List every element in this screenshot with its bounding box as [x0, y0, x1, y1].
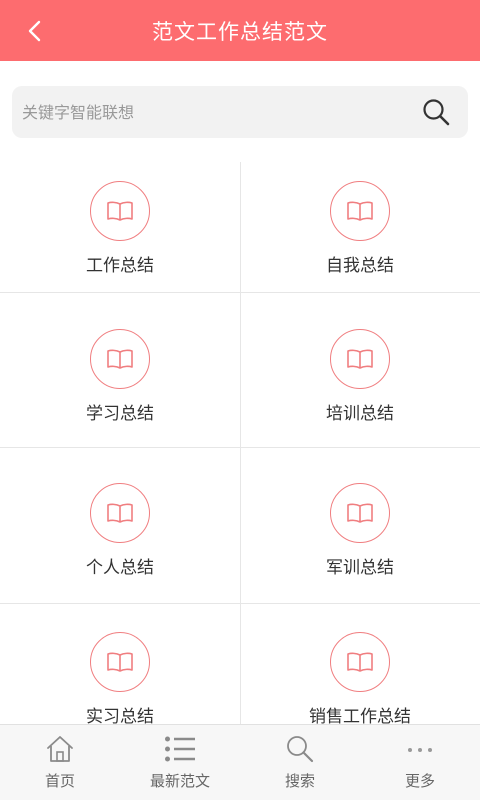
search-bar — [12, 86, 468, 138]
icon-ring — [90, 483, 150, 543]
category-item-military-training-summary[interactable]: 军训总结 — [240, 483, 480, 578]
icon-ring — [330, 181, 390, 241]
book-icon — [107, 201, 133, 221]
icon-ring — [90, 181, 150, 241]
search-button[interactable] — [410, 86, 462, 138]
search-input[interactable] — [12, 86, 410, 138]
chevron-left-icon — [28, 20, 41, 42]
more-icon — [408, 748, 432, 752]
tab-label: 搜索 — [284, 772, 315, 790]
home-icon — [47, 736, 73, 762]
category-label: 培训总结 — [326, 404, 394, 424]
icon-ring — [330, 483, 390, 543]
grid-divider — [0, 447, 480, 448]
category-item-internship-summary[interactable]: 实习总结 — [0, 632, 240, 724]
category-label: 军训总结 — [326, 558, 394, 578]
icon-ring — [90, 329, 150, 389]
category-label: 实习总结 — [86, 707, 154, 724]
back-button[interactable] — [18, 14, 52, 48]
tab-latest-articles[interactable]: 最新范文 — [120, 725, 240, 800]
tab-more[interactable]: 更多 — [360, 725, 480, 800]
category-label: 个人总结 — [86, 558, 154, 578]
book-icon — [107, 349, 133, 369]
book-icon — [107, 503, 133, 523]
search-icon — [287, 736, 314, 763]
category-item-work-summary[interactable]: 工作总结 — [0, 181, 240, 276]
tab-label: 首页 — [44, 772, 75, 790]
category-item-personal-summary[interactable]: 个人总结 — [0, 483, 240, 578]
book-icon — [347, 652, 373, 672]
grid-divider — [0, 292, 480, 293]
icon-ring — [330, 329, 390, 389]
icon-ring — [330, 632, 390, 692]
icon-ring — [90, 632, 150, 692]
category-label: 工作总结 — [86, 256, 154, 276]
page-title: 范文工作总结范文 — [152, 19, 328, 44]
category-item-self-summary[interactable]: 自我总结 — [240, 181, 480, 276]
tab-label: 更多 — [404, 772, 435, 790]
grid-divider — [0, 603, 480, 604]
list-icon — [165, 736, 195, 762]
book-icon — [347, 349, 373, 369]
tab-home[interactable]: 首页 — [0, 725, 120, 800]
category-label: 学习总结 — [86, 404, 154, 424]
category-label: 自我总结 — [326, 256, 394, 276]
category-item-training-summary[interactable]: 培训总结 — [240, 329, 480, 424]
tab-label: 最新范文 — [149, 772, 210, 790]
app-header: 范文工作总结范文 — [0, 0, 480, 61]
bottom-tab-bar: 首页 最新范文 搜索 更多 — [0, 724, 480, 800]
book-icon — [347, 503, 373, 523]
category-label: 销售工作总结 — [309, 707, 411, 724]
book-icon — [107, 652, 133, 672]
category-item-sales-work-summary[interactable]: 销售工作总结 — [240, 632, 480, 724]
tab-search[interactable]: 搜索 — [240, 725, 360, 800]
category-item-study-summary[interactable]: 学习总结 — [0, 329, 240, 424]
category-grid: 工作总结 自我总结 学习总结 培训总结 个人总结 军训总结 实习总结 销售工作总… — [0, 162, 480, 724]
book-icon — [347, 201, 373, 221]
search-icon — [423, 99, 450, 126]
